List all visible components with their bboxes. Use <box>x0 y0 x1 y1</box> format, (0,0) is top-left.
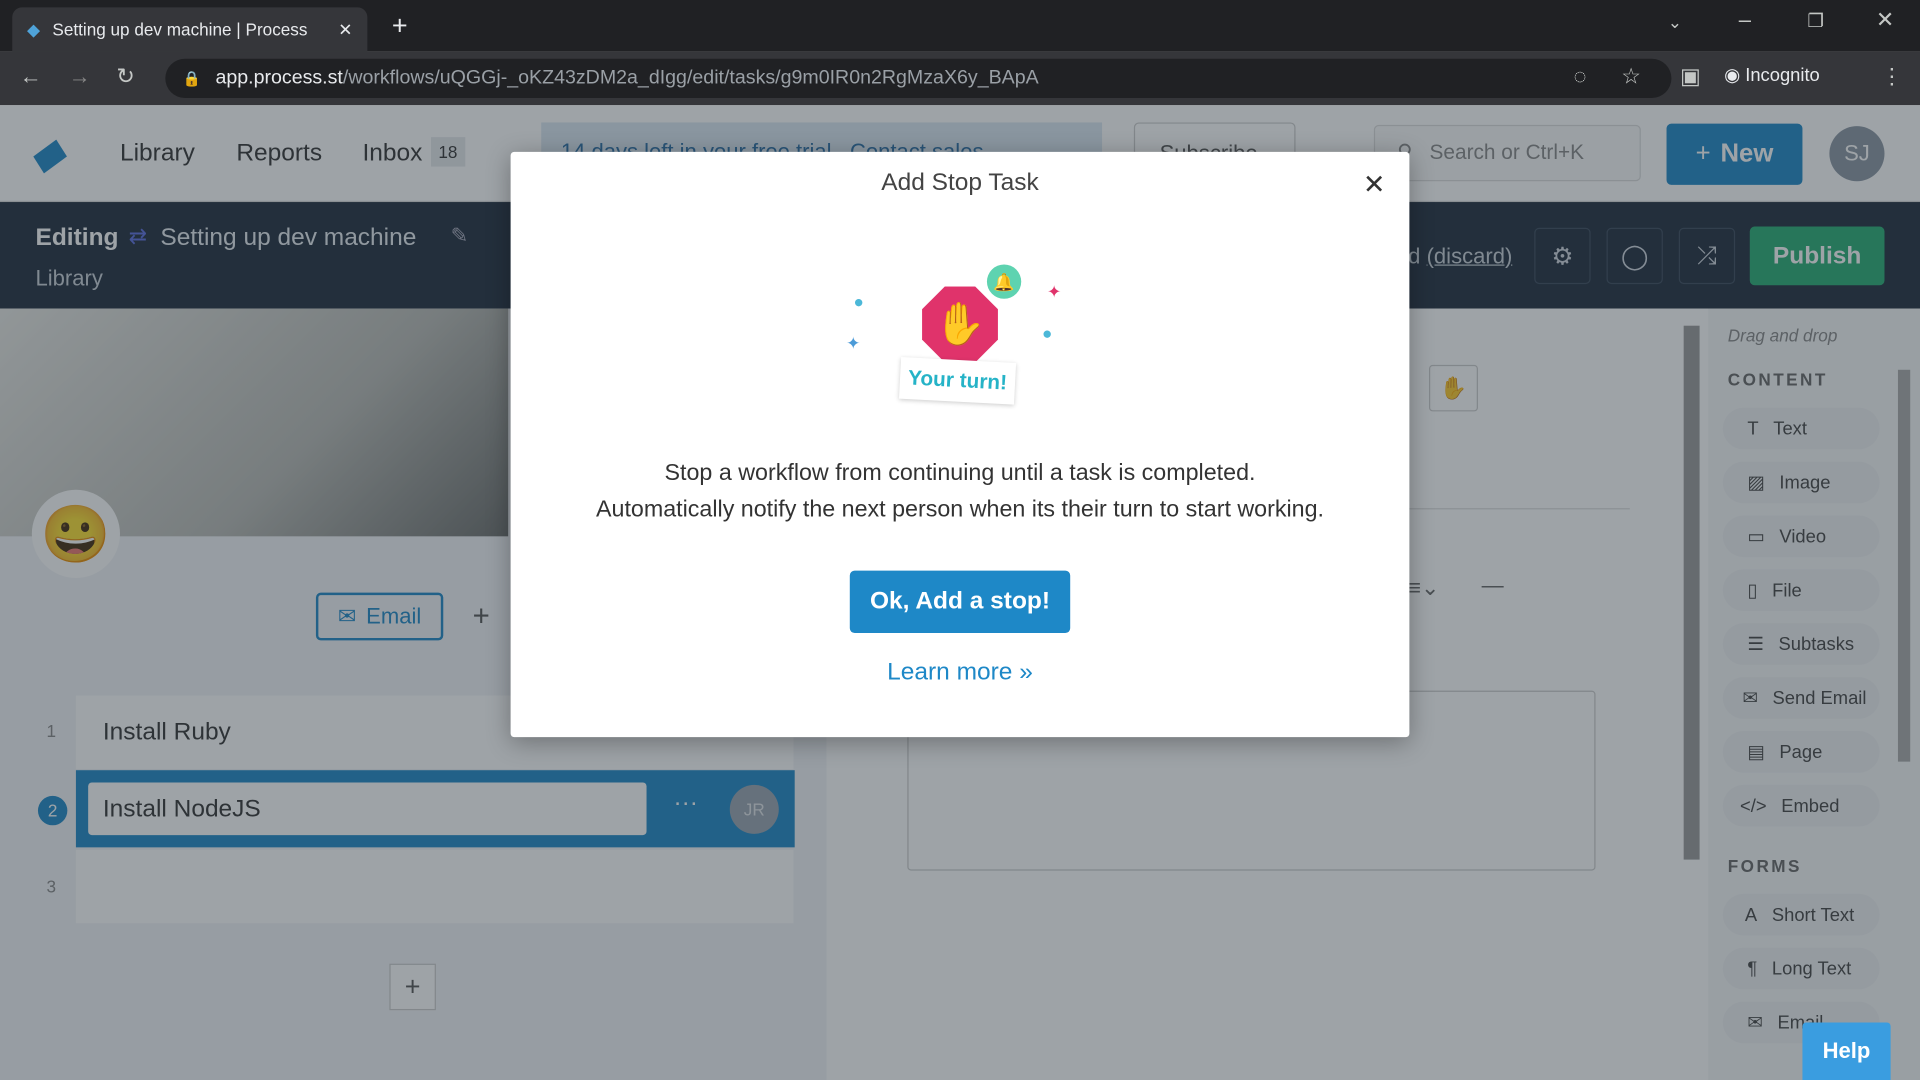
side-panel-icon[interactable]: ▣ <box>1680 64 1701 90</box>
new-tab-icon[interactable]: + <box>392 10 408 42</box>
lock-icon: 🔒 <box>182 69 201 87</box>
browser-tab[interactable]: ◆ Setting up dev machine | Process ✕ <box>12 7 368 52</box>
process-street-favicon: ◆ <box>26 18 41 39</box>
close-modal-icon[interactable]: ✕ <box>1363 169 1386 201</box>
url-host: app.process.st <box>215 67 343 89</box>
sparkle-icon: ● <box>1042 323 1053 343</box>
your-turn-label: Your turn! <box>898 357 1017 405</box>
modal-description: Stop a workflow from continuing until a … <box>511 456 1410 529</box>
restore-icon[interactable]: ❐ <box>1807 10 1823 32</box>
bell-icon: 🔔 <box>986 264 1022 299</box>
back-icon[interactable]: ← <box>20 64 42 90</box>
learn-more-link-wrap: Learn more » <box>511 659 1410 687</box>
stop-hand-icon: ✋ <box>922 286 998 363</box>
stop-illustration: ✋ Your turn! 🔔 ● ● ✦ ✦ <box>841 250 1086 409</box>
incognito-badge[interactable]: ◉ Incognito <box>1724 64 1820 86</box>
learn-more-link[interactable]: Learn more » <box>887 659 1033 686</box>
description-line-1: Stop a workflow from continuing until a … <box>664 460 1256 487</box>
forward-icon[interactable]: → <box>69 64 91 90</box>
add-stop-button[interactable]: Ok, Add a stop! <box>849 570 1071 634</box>
incognito-icon: ◉ <box>1724 64 1746 86</box>
sparkle-icon: ● <box>853 291 864 312</box>
reload-icon[interactable]: ↻ <box>116 64 134 90</box>
url-path: /workflows/uQGGj-_oKZ43zDM2a_dIgg/edit/t… <box>342 67 1039 89</box>
address-bar-row: ← → ↻ 🔒 app.process.st/workflows/uQGGj-_… <box>0 51 1920 106</box>
eye-off-icon[interactable]: ◌ <box>1573 64 1586 90</box>
help-button[interactable]: Help <box>1802 1022 1891 1080</box>
close-tab-icon[interactable]: ✕ <box>338 19 352 40</box>
modal-title: Add Stop Task <box>881 168 1039 196</box>
tab-title: Setting up dev machine | Process <box>52 19 308 40</box>
star-icon[interactable]: ☆ <box>1621 64 1641 90</box>
menu-icon[interactable]: ⋮ <box>1881 64 1903 90</box>
sparkle-icon: ✦ <box>1046 281 1062 302</box>
add-stop-task-modal: Add Stop Task ✕ ✋ Your turn! 🔔 ● ● ✦ ✦ S… <box>510 151 1410 738</box>
browser-tab-bar: ◆ Setting up dev machine | Process ✕ + ⌄… <box>0 0 1920 52</box>
url-input[interactable]: 🔒 app.process.st/workflows/uQGGj-_oKZ43z… <box>165 58 1672 98</box>
description-line-2: Automatically notify the next person whe… <box>595 497 1325 523</box>
profile-label: Incognito <box>1745 64 1820 86</box>
tab-search-icon[interactable]: ⌄ <box>1668 12 1682 33</box>
sparkle-icon: ✦ <box>846 333 861 353</box>
minimize-icon[interactable]: – <box>1739 7 1751 33</box>
close-window-icon[interactable]: ✕ <box>1876 7 1894 33</box>
